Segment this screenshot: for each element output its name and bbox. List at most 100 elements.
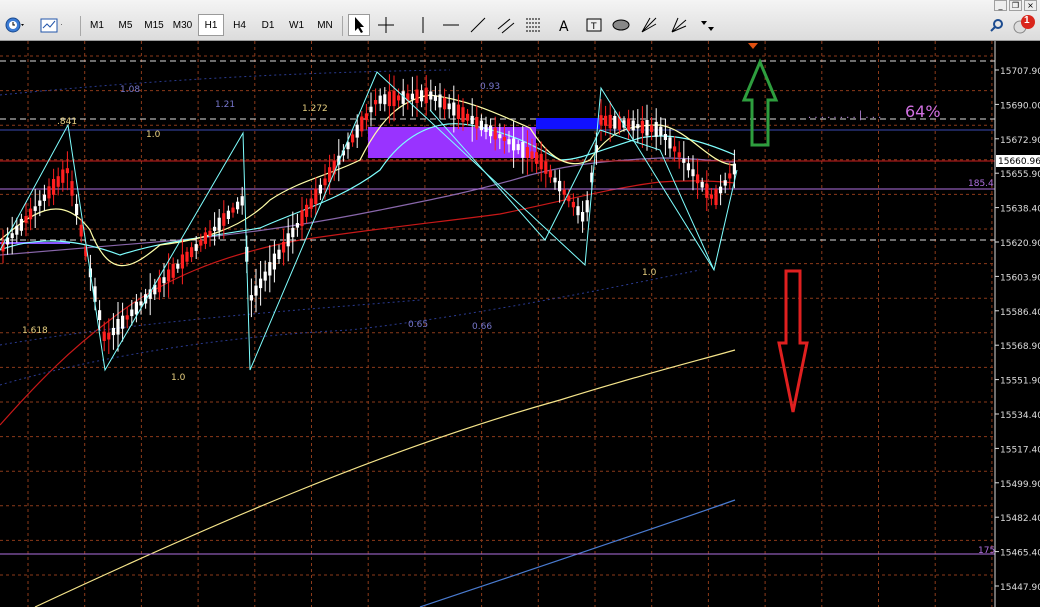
svg-text:A: A xyxy=(559,19,569,35)
candle-body xyxy=(194,244,198,251)
candle-body xyxy=(222,213,226,226)
percent-label: 64% xyxy=(905,102,941,121)
arrows-dropdown-icon[interactable] xyxy=(697,14,719,36)
candle-body xyxy=(231,207,235,213)
candle-body xyxy=(75,203,79,216)
candle-body xyxy=(608,114,612,129)
candle-body xyxy=(443,98,447,110)
candle-body xyxy=(456,104,460,119)
price-label: 15551.90 xyxy=(1000,377,1040,387)
candle-body xyxy=(548,170,552,178)
candle-body xyxy=(47,186,51,199)
candle-body xyxy=(433,95,437,101)
candle-body xyxy=(484,124,488,132)
price-label: 15482.40 xyxy=(1000,514,1040,524)
price-label: 15638.40 xyxy=(1000,205,1040,215)
candle-body xyxy=(696,174,700,184)
candle-body xyxy=(318,184,322,194)
candle-body xyxy=(502,136,506,141)
candle-body xyxy=(364,113,368,121)
candle-body xyxy=(10,233,14,239)
fib-level-label: 1.21 xyxy=(215,100,235,110)
side-label-175: 175 xyxy=(978,546,995,556)
cursor-icon[interactable] xyxy=(348,14,370,36)
candle-body xyxy=(585,200,589,213)
candle-body xyxy=(700,181,704,188)
candle-body xyxy=(604,115,608,126)
price-chart[interactable]: 1.08 1.21 1.272 0.93 .841 1.0 1.618 0.65 0.66 1.0… xyxy=(0,41,1040,607)
notifications-icon[interactable]: 1 xyxy=(1010,14,1038,36)
candle-body xyxy=(650,125,654,132)
candle-body xyxy=(139,301,143,306)
candle-body xyxy=(728,173,732,179)
timeframe-d1-button[interactable]: D1 xyxy=(255,14,281,36)
price-label: 15517.40 xyxy=(1000,445,1040,455)
candle-body xyxy=(19,218,23,231)
price-label: 15655.90 xyxy=(1000,170,1040,180)
candle-body xyxy=(56,176,60,187)
period-clock-icon[interactable] xyxy=(4,14,26,36)
candle-body xyxy=(134,301,138,315)
timeframe-m1-button[interactable]: M1 xyxy=(84,14,110,36)
candle-body xyxy=(217,217,221,231)
close-button[interactable]: × xyxy=(1024,0,1037,11)
candle-body xyxy=(277,249,281,259)
candle-body xyxy=(525,147,529,158)
ellipse-icon[interactable] xyxy=(610,14,632,36)
timeframe-h1-button[interactable]: H1 xyxy=(198,14,224,36)
text-label-icon[interactable]: T xyxy=(583,14,605,36)
timeframe-m5-button[interactable]: M5 xyxy=(113,14,139,36)
candle-body xyxy=(723,180,727,186)
candle-body xyxy=(571,201,575,208)
candle-body xyxy=(79,224,83,237)
candle-body xyxy=(240,196,244,206)
candle-body xyxy=(420,90,424,102)
candle-body xyxy=(397,95,401,101)
price-label: 15603.90 xyxy=(1000,273,1040,283)
timeframe-mn-button[interactable]: MN xyxy=(312,14,338,36)
price-label: 15707.90 xyxy=(1000,67,1040,77)
candle-body xyxy=(286,233,290,247)
candle-body xyxy=(466,113,470,121)
candle-body xyxy=(709,194,713,199)
candle-body xyxy=(521,141,525,158)
candle-body xyxy=(38,200,42,206)
text-icon[interactable]: A xyxy=(553,14,575,36)
price-label: 15690.00 xyxy=(1000,101,1040,111)
fibonacci-fan-icon[interactable] xyxy=(668,14,690,36)
candle-body xyxy=(719,186,723,194)
candle-body xyxy=(254,285,258,296)
timeframe-h4-button[interactable]: H4 xyxy=(227,14,253,36)
candle-body xyxy=(305,204,309,217)
candle-body xyxy=(107,332,111,340)
templates-icon[interactable] xyxy=(40,14,62,36)
minimize-button[interactable]: _ xyxy=(994,0,1007,11)
restore-button[interactable]: ❐ xyxy=(1009,0,1022,11)
candle-body xyxy=(479,120,483,131)
candle-body xyxy=(447,103,451,110)
candle-body xyxy=(645,120,649,136)
fibonacci-icon[interactable] xyxy=(522,14,544,36)
candle-body xyxy=(640,120,644,134)
side-label-185: 185.4 xyxy=(968,179,994,189)
candle-body xyxy=(516,144,520,151)
trendline-icon[interactable] xyxy=(467,14,489,36)
vertical-line-icon[interactable] xyxy=(412,14,434,36)
timeframe-m15-button[interactable]: M15 xyxy=(141,14,167,36)
candle-body xyxy=(475,117,479,129)
search-icon[interactable] xyxy=(988,14,1006,36)
equidistant-channel-icon[interactable] xyxy=(495,14,517,36)
candle-body xyxy=(673,146,677,152)
candle-body xyxy=(663,134,667,140)
crosshair-icon[interactable] xyxy=(375,14,397,36)
fib-level-label: .841 xyxy=(57,117,77,127)
gann-fan-icon[interactable] xyxy=(638,14,660,36)
candle-body xyxy=(157,277,161,293)
candle-body xyxy=(553,177,557,183)
horizontal-line-icon[interactable] xyxy=(440,14,462,36)
candle-body xyxy=(599,115,603,125)
timeframe-w1-button[interactable]: W1 xyxy=(284,14,310,36)
timeframe-m30-button[interactable]: M30 xyxy=(170,14,196,36)
candle-body xyxy=(167,269,171,282)
candle-body xyxy=(677,152,681,158)
